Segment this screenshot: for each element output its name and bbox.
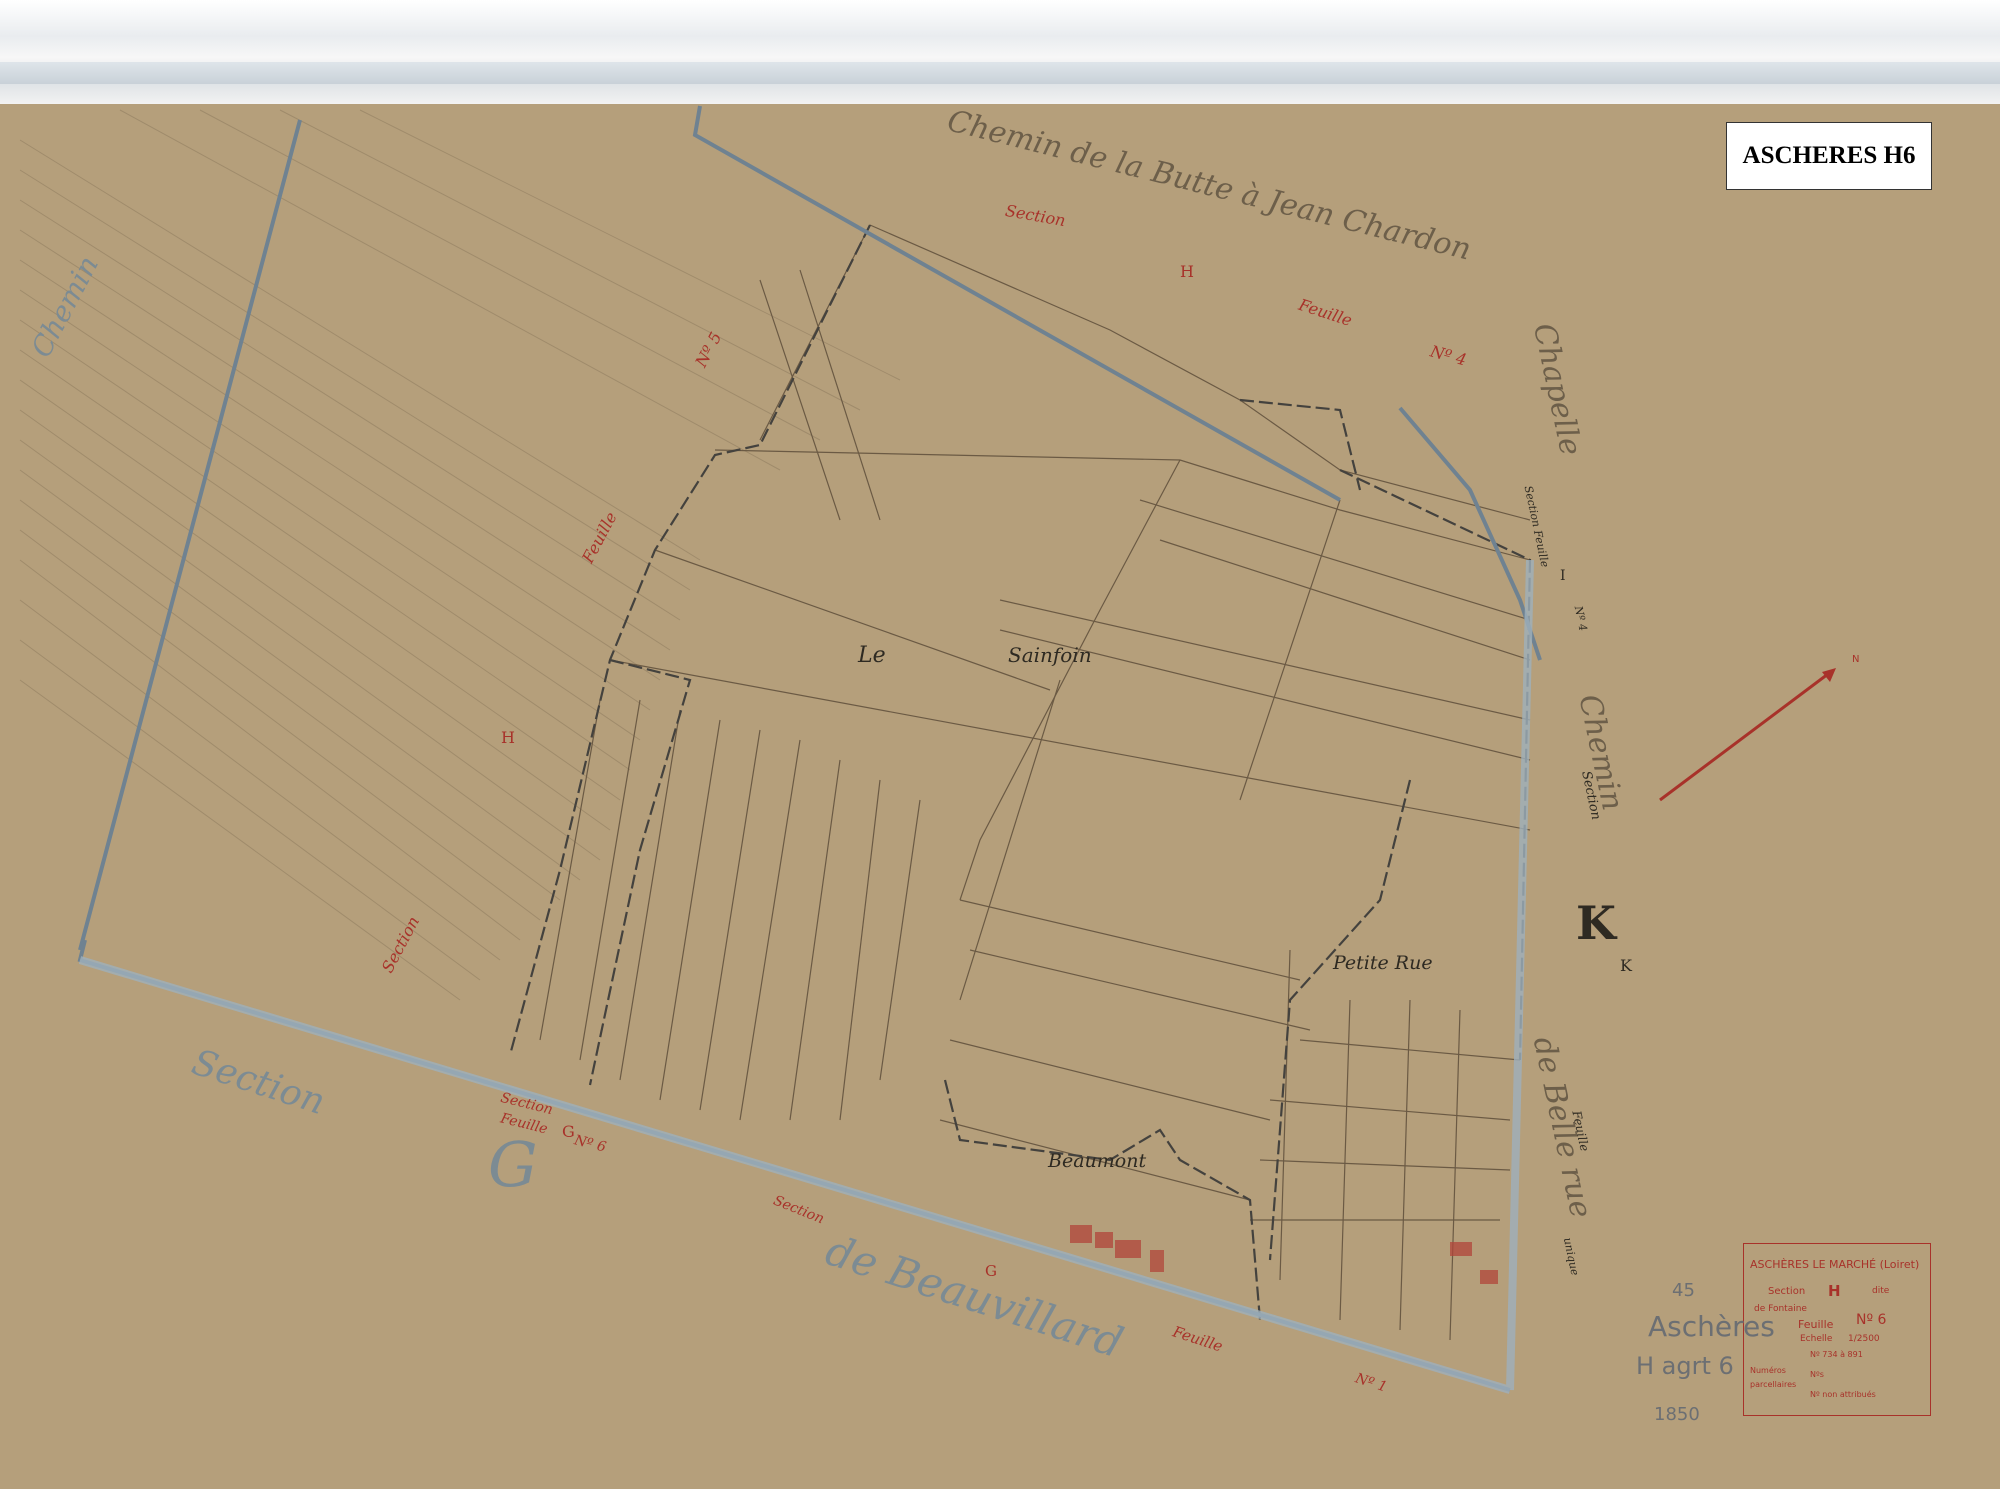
cadastral-map: N: [19, 105, 1859, 1394]
blue-boundary: [77, 105, 1542, 1392]
section-letter-h-top: H: [1180, 262, 1194, 281]
place-beaumont: Beaumont: [1048, 1150, 1147, 1172]
road-band: [78, 559, 1534, 1394]
north-arrow-icon: N: [1659, 654, 1859, 802]
cartouche-section-letter: H: [1828, 1282, 1841, 1300]
pencil-ascheres: Aschères: [1648, 1310, 1775, 1343]
cartouche-nos: Nºs: [1810, 1370, 1824, 1379]
svg-text:N: N: [1852, 654, 1859, 665]
cartouche-feuille: Feuille: [1798, 1318, 1834, 1331]
pencil-h-agr: H agrt 6: [1636, 1352, 1734, 1380]
parcel-lines: [539, 224, 1531, 1341]
cartouche-dite: dite: [1872, 1286, 1890, 1296]
section-letter-k-small: K: [1620, 956, 1632, 975]
cartouche-feuille-number: Nº 6: [1856, 1312, 1887, 1328]
cartouche-parcellaires: parcellaires: [1750, 1380, 1797, 1389]
section-letter-g-big: G: [488, 1128, 538, 1201]
cartouche-numeros: Numéros: [1750, 1366, 1786, 1375]
place-petite-rue: Petite Rue: [1333, 952, 1433, 974]
cartouche-scale: 1/2500: [1848, 1334, 1880, 1344]
archive-stamp: ASCHERES H6: [1726, 122, 1932, 190]
section-letter-i: I: [1560, 568, 1566, 584]
place-sainfoin: Sainfoin: [1008, 643, 1092, 667]
cartouche-section-label: Section: [1768, 1286, 1806, 1297]
section-letter-h-left: H: [501, 728, 515, 747]
pencil-year: 1850: [1654, 1404, 1700, 1425]
cartouche-echelle: Echelle: [1800, 1334, 1833, 1344]
pencil-number-45: 45: [1672, 1280, 1695, 1301]
section-boundary: [508, 224, 1532, 1321]
cartouche-line1: Nº 734 à 891: [1810, 1350, 1863, 1359]
cartouche-line3: Nº non attribués: [1810, 1390, 1876, 1399]
section-letter-g-red: G: [562, 1122, 575, 1141]
parcel-hatching-left: [19, 109, 901, 1001]
place-le: Le: [858, 643, 886, 668]
section-letter-k-big: K: [1576, 896, 1616, 950]
cartouche-title: ASCHÈRES LE MARCHÉ (Loiret): [1750, 1258, 1920, 1271]
